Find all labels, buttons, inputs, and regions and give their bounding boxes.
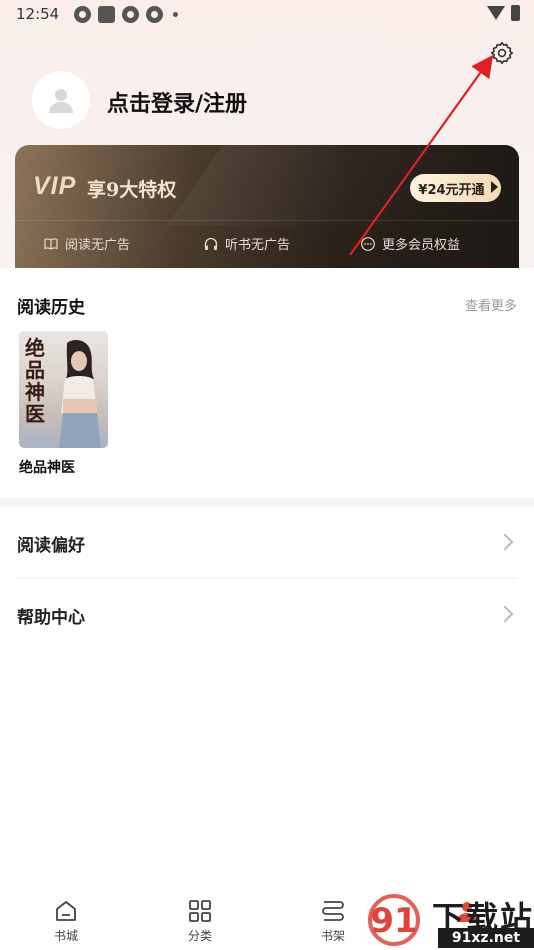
app-notification-icon	[146, 5, 163, 23]
notification-icons	[74, 5, 178, 23]
app-notification-icon	[74, 5, 91, 23]
watermark-logo: 91	[368, 894, 420, 946]
app-notification-icon	[98, 5, 115, 23]
perk-no-ads-reading[interactable]: 阅读无广告	[43, 234, 130, 253]
vip-logo: VIP	[33, 172, 77, 200]
system-icons	[487, 5, 520, 21]
nav-label: 分类	[187, 929, 212, 943]
headphones-icon	[204, 237, 218, 250]
nav-category[interactable]: 分类	[165, 898, 235, 944]
grid-icon	[189, 900, 211, 922]
home-icon	[56, 901, 76, 921]
cover-title: 绝品神医	[25, 336, 45, 426]
bookshelf-icon	[322, 901, 344, 921]
status-bar: 12:54	[0, 0, 534, 28]
nav-bookstore[interactable]: 书城	[31, 898, 101, 944]
red-arrow-annotation	[349, 54, 494, 256]
menu-label: 帮助中心	[17, 607, 85, 628]
book-cover[interactable]: 绝品神医	[19, 331, 108, 448]
section-separator	[0, 498, 534, 507]
reading-history-title: 阅读历史	[17, 298, 85, 318]
app-notification-icon	[122, 5, 139, 23]
chevron-right-icon	[496, 605, 514, 623]
watermark-url: 91xz.net	[438, 928, 534, 948]
battery-icon	[511, 5, 520, 21]
status-time: 12:54	[16, 5, 60, 23]
menu-label: 阅读偏好	[17, 535, 85, 556]
nav-bookshelf[interactable]: 书架	[298, 898, 368, 944]
login-register-link[interactable]: 点击登录/注册	[107, 86, 247, 118]
nav-label: 书城	[53, 929, 78, 943]
book-icon	[44, 237, 58, 250]
more-notifications-icon	[173, 11, 178, 17]
cover-figure-illustration	[59, 340, 101, 448]
avatar[interactable]	[32, 71, 90, 129]
menu-reading-preferences[interactable]: 阅读偏好	[17, 507, 517, 579]
menu-help-center[interactable]: 帮助中心	[17, 579, 517, 651]
view-more-link[interactable]: 查看更多	[465, 295, 517, 314]
book-name[interactable]: 绝品神医	[19, 457, 75, 477]
vip-title: 享9大特权	[87, 179, 177, 201]
perk-label: 阅读无广告	[65, 238, 131, 253]
wifi-icon	[487, 6, 505, 20]
nav-label: 书架	[320, 929, 345, 943]
perk-label: 听书无广告	[225, 238, 291, 253]
perk-no-ads-audio[interactable]: 听书无广告	[203, 234, 290, 253]
chevron-right-icon	[496, 533, 514, 551]
user-silhouette-icon	[49, 89, 73, 113]
watermark-logo-text: 91	[370, 901, 417, 941]
